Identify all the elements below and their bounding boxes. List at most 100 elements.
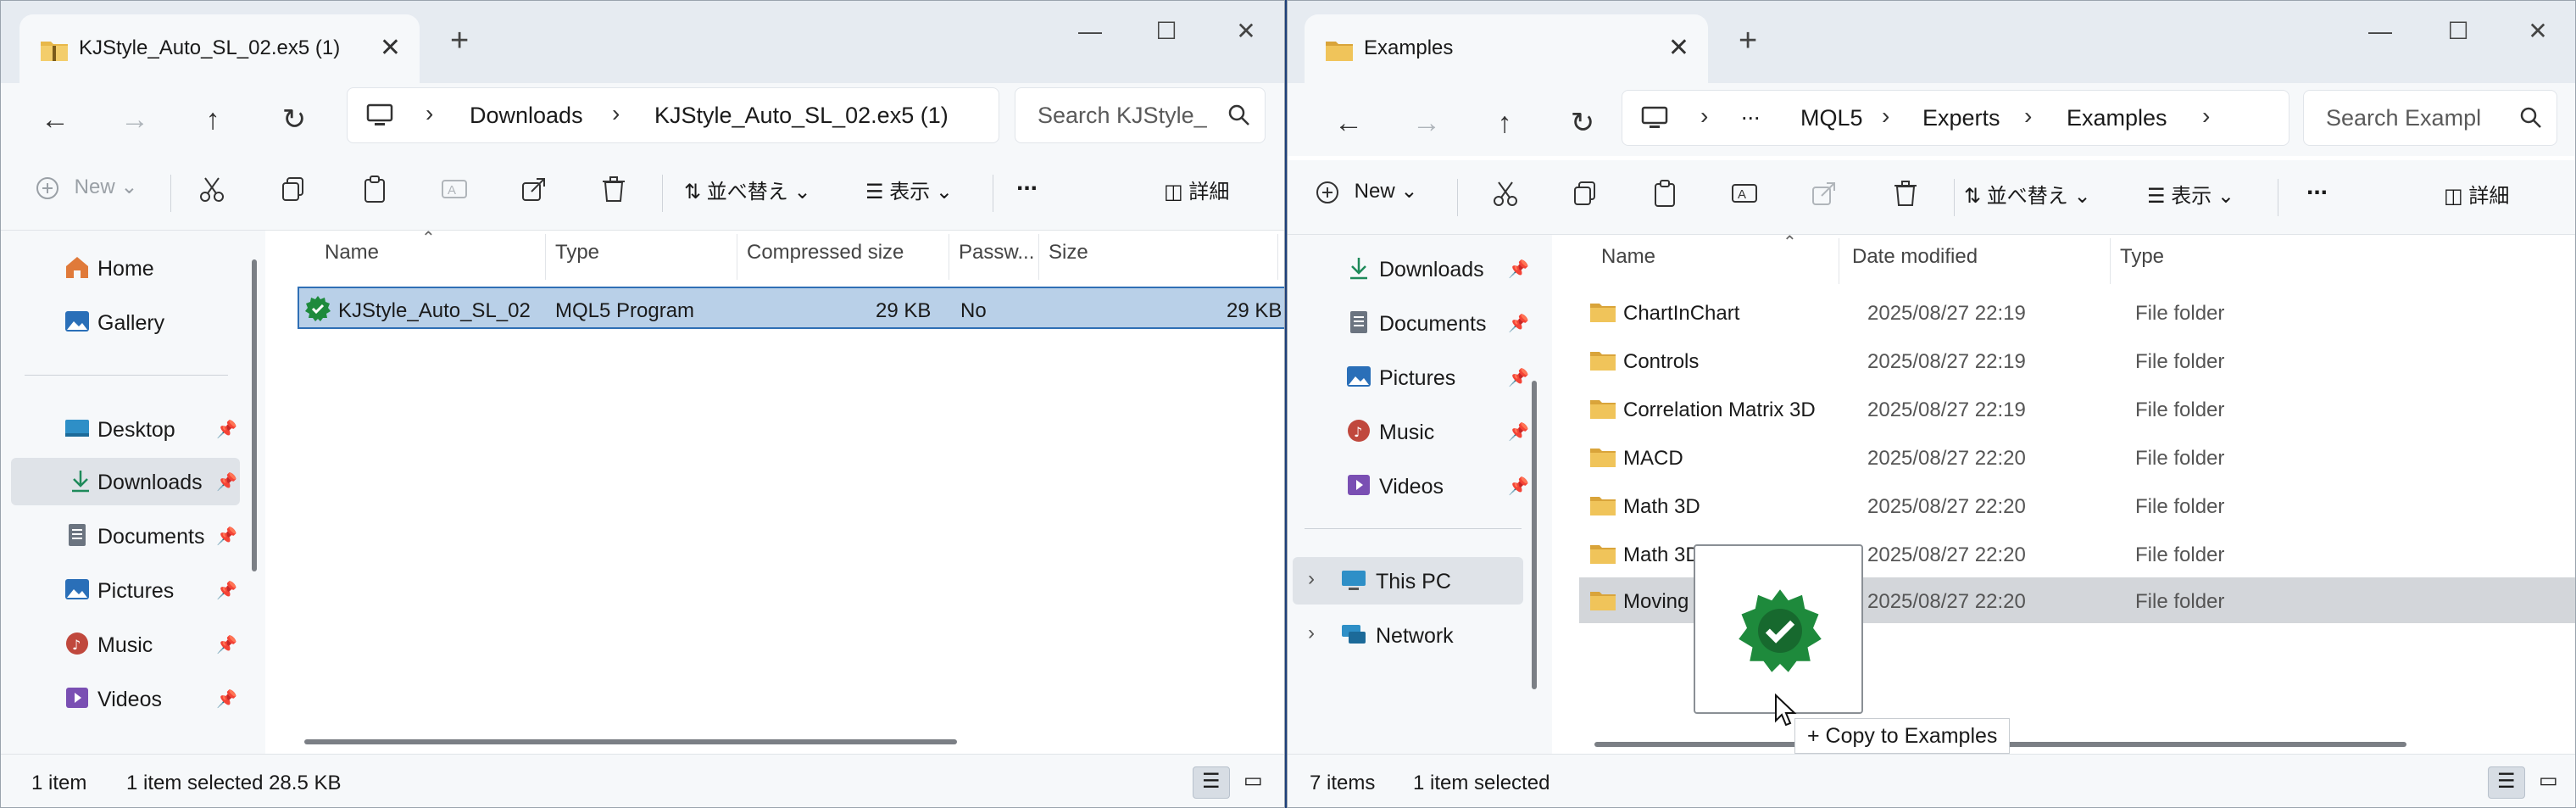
details-view-button[interactable]: ☰ [1193, 766, 1230, 799]
breadcrumb-downloads[interactable]: Downloads [470, 103, 583, 129]
breadcrumb-examples[interactable]: Examples [2067, 105, 2167, 131]
share-button[interactable] [520, 175, 548, 212]
nav-item-gallery[interactable]: Gallery [64, 298, 233, 346]
new-button[interactable]: New ⌄ [1315, 179, 1417, 216]
details-view-button[interactable]: ☰ [2488, 766, 2525, 799]
pin-icon[interactable]: 📌 [1508, 476, 1529, 497]
nav-item-documents[interactable]: Documents 📌 [64, 512, 242, 560]
pin-icon[interactable]: 📌 [216, 580, 237, 601]
new-tab-icon[interactable]: + [1739, 25, 1757, 57]
horizontal-scrollbar[interactable] [304, 739, 957, 744]
column-header-password[interactable]: Passw... [959, 241, 1034, 265]
nav-item-downloads[interactable]: Downloads 📌 [1345, 245, 1540, 293]
column-header-compressed[interactable]: Compressed size [747, 241, 904, 265]
pin-icon[interactable]: 📌 [216, 688, 237, 710]
close-window-icon[interactable]: ✕ [1208, 13, 1284, 50]
pin-icon[interactable]: 📌 [1508, 367, 1529, 388]
sort-button[interactable]: ⇅ 並べ替え ⌄ [684, 175, 811, 212]
nav-item-desktop[interactable]: Desktop 📌 [64, 405, 242, 453]
details-button[interactable]: ◫ 詳細 [1164, 175, 1229, 212]
nav-scrollbar[interactable] [252, 259, 257, 571]
delete-button[interactable] [599, 175, 628, 212]
breadcrumb-zip[interactable]: KJStyle_Auto_SL_02.ex5 (1) [654, 103, 949, 129]
nav-item-documents[interactable]: Documents 📌 [1345, 299, 1540, 347]
tab-close-icon[interactable]: ✕ [380, 33, 401, 63]
more-options-icon[interactable]: ... [2306, 172, 2328, 209]
new-button[interactable]: New ⌄ [35, 175, 137, 212]
close-window-icon[interactable]: ✕ [2500, 13, 2575, 50]
copy-button[interactable] [279, 175, 308, 212]
up-arrow-icon[interactable]: ↑ [187, 97, 238, 142]
table-row[interactable]: Math 3D 2025/08/27 22:20 File folder [1586, 484, 2575, 527]
nav-item-pictures[interactable]: Pictures 📌 [1345, 354, 1540, 401]
table-row-selected[interactable]: KJStyle_Auto_SL_02 MQL5 Program 29 KB No… [298, 287, 1284, 329]
pin-icon[interactable]: 📌 [1508, 421, 1529, 443]
column-header-name[interactable]: Name [1601, 245, 1655, 269]
new-tab-icon[interactable]: + [450, 25, 469, 57]
table-row[interactable]: ChartInChart 2025/08/27 22:19 File folde… [1586, 291, 2575, 333]
pin-icon[interactable]: 📌 [216, 471, 237, 493]
tiles-view-button[interactable]: ▭ [2530, 766, 2568, 799]
paste-button[interactable] [360, 175, 389, 212]
nav-item-videos[interactable]: Videos 📌 [1345, 462, 1540, 510]
nav-item-home[interactable]: Home [64, 244, 233, 292]
cut-button[interactable] [1491, 179, 1520, 216]
details-button[interactable]: ◫ 詳細 [2444, 179, 2509, 216]
pin-icon[interactable]: 📌 [1508, 313, 1529, 334]
address-bar[interactable]: › Downloads › KJStyle_Auto_SL_02.ex5 (1) [347, 87, 999, 143]
column-header-name[interactable]: Name [325, 241, 379, 265]
nav-item-this-pc[interactable]: › This PC [1293, 557, 1523, 605]
more-options-icon[interactable]: ... [1016, 168, 1038, 205]
paste-button[interactable] [1650, 179, 1679, 216]
breadcrumb-experts[interactable]: Experts [1922, 105, 2000, 131]
share-button[interactable] [1810, 179, 1839, 216]
maximize-icon[interactable]: ☐ [1128, 13, 1205, 50]
view-button[interactable]: ☰ 表示 ⌄ [2147, 179, 2234, 216]
forward-arrow-icon[interactable]: → [109, 97, 160, 142]
pin-icon[interactable]: 📌 [216, 419, 237, 440]
search-box[interactable]: Search KJStyle_ [1015, 87, 1266, 143]
cut-button[interactable] [198, 175, 226, 212]
address-bar[interactable]: › ... MQL5 › Experts › Examples › [1622, 90, 2289, 146]
forward-arrow-icon[interactable]: → [1401, 100, 1452, 146]
sort-button[interactable]: ⇅ 並べ替え ⌄ [1964, 179, 2091, 216]
breadcrumb-overflow[interactable]: ... [1741, 99, 1761, 125]
column-header-type[interactable]: Type [2120, 245, 2164, 269]
pin-icon[interactable]: 📌 [216, 634, 237, 655]
minimize-icon[interactable]: — [1052, 13, 1128, 50]
tab-active[interactable]: Examples ✕ [1305, 14, 1708, 83]
column-header-size[interactable]: Size [1049, 241, 1088, 265]
back-arrow-icon[interactable]: ← [1323, 100, 1374, 146]
nav-item-network[interactable]: › Network [1293, 611, 1523, 659]
nav-item-music[interactable]: ♪ Music 📌 [1345, 408, 1540, 455]
breadcrumb-mql5[interactable]: MQL5 [1800, 105, 1863, 131]
table-row[interactable]: MACD 2025/08/27 22:20 File folder [1586, 436, 2575, 478]
maximize-icon[interactable]: ☐ [2420, 13, 2496, 50]
nav-item-videos[interactable]: Videos 📌 [64, 675, 242, 722]
up-arrow-icon[interactable]: ↑ [1479, 100, 1530, 146]
column-header-type[interactable]: Type [555, 241, 599, 265]
chevron-right-icon[interactable]: › [1308, 567, 1315, 591]
delete-button[interactable] [1891, 179, 1920, 216]
nav-item-pictures[interactable]: Pictures 📌 [64, 566, 242, 614]
table-row[interactable]: Correlation Matrix 3D 2025/08/27 22:19 F… [1586, 387, 2575, 430]
copy-button[interactable] [1571, 179, 1600, 216]
search-box[interactable]: Search Exampl [2303, 90, 2557, 146]
tiles-view-button[interactable]: ▭ [1235, 766, 1272, 799]
tab-close-icon[interactable]: ✕ [1668, 33, 1689, 63]
tab-active[interactable]: KJStyle_Auto_SL_02.ex5 (1) ✕ [19, 14, 420, 83]
pin-icon[interactable]: 📌 [216, 526, 237, 547]
minimize-icon[interactable]: — [2342, 13, 2418, 50]
rename-button[interactable]: A [1730, 179, 1759, 216]
refresh-icon[interactable]: ↻ [1557, 100, 1608, 146]
back-arrow-icon[interactable]: ← [30, 97, 81, 142]
table-row[interactable]: Controls 2025/08/27 22:19 File folder [1586, 339, 2575, 382]
column-header-date[interactable]: Date modified [1852, 245, 1978, 269]
rename-button[interactable]: A [440, 175, 469, 212]
chevron-right-icon[interactable]: › [1308, 621, 1315, 645]
pin-icon[interactable]: 📌 [1508, 259, 1529, 280]
nav-scrollbar[interactable] [1532, 381, 1537, 689]
nav-item-music[interactable]: ♪ Music 📌 [64, 621, 242, 668]
refresh-icon[interactable]: ↻ [269, 97, 320, 142]
nav-item-downloads[interactable]: Downloads 📌 [11, 458, 240, 505]
